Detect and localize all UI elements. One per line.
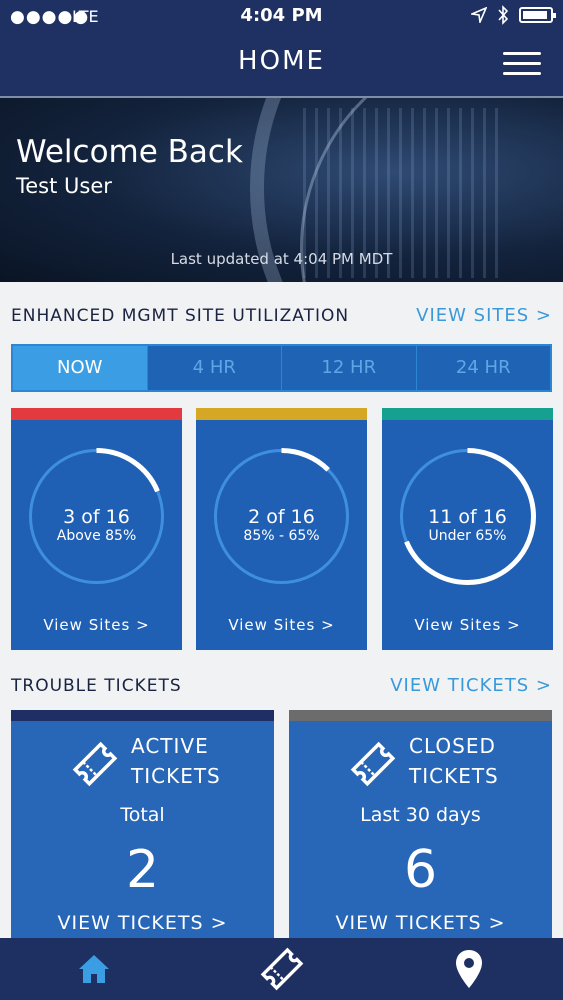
utilization-card-low[interactable]: 11 of 16 Under 65% View Sites > [382,408,553,650]
utilization-card-high[interactable]: 3 of 16 Above 85% View Sites > [11,408,182,650]
view-tickets-card-link[interactable]: VIEW TICKETS > [11,912,274,934]
utilization-range: Under 65% [428,528,507,544]
bottom-nav [0,938,563,1000]
ticket-subtitle: Last 30 days [360,804,481,826]
ticket-icon [350,741,396,787]
utilization-title: ENHANCED MGMT SITE UTILIZATION [11,306,350,326]
view-tickets-card-link[interactable]: VIEW TICKETS > [289,912,552,934]
utilization-header: ENHANCED MGMT SITE UTILIZATION VIEW SITE… [11,305,552,330]
last-updated: Last updated at 4:04 PM MDT [170,250,393,268]
status-icons [471,5,556,25]
menu-icon[interactable] [503,52,541,76]
ticket-label-line2: TICKETS [131,764,221,788]
welcome-heading: Welcome Back [16,134,243,170]
card-color-bar [289,710,552,721]
view-tickets-link[interactable]: VIEW TICKETS > [390,675,552,696]
card-color-bar [382,408,553,420]
ticket-count: 6 [403,840,438,900]
closed-tickets-card[interactable]: CLOSED TICKETS Last 30 days 6 VIEW TICKE… [289,710,552,950]
home-icon [78,955,109,983]
ticket-label-line2: TICKETS [409,764,499,788]
tickets-title: TROUBLE TICKETS [11,676,182,696]
utilization-range: 85% - 65% [243,528,320,544]
time-range-tabs: NOW 4 HR 12 HR 24 HR [11,344,552,392]
utilization-card-medium[interactable]: 2 of 16 85% - 65% View Sites > [196,408,367,650]
site-count: 2 of 16 [248,506,315,528]
tickets-header: TROUBLE TICKETS VIEW TICKETS > [11,675,552,700]
battery-icon [519,7,556,23]
location-pin-icon [456,950,483,988]
view-sites-card-link[interactable]: View Sites > [382,616,553,634]
view-sites-card-link[interactable]: View Sites > [11,616,182,634]
ticket-label-line1: ACTIVE [131,734,209,758]
card-color-bar [11,710,274,721]
nav-home[interactable] [0,938,188,1000]
tab-12hr[interactable]: 12 HR [281,346,416,390]
utilization-range: Above 85% [56,528,137,544]
nav-locations[interactable] [375,938,563,1000]
card-color-bar [11,408,182,420]
user-name: Test User [16,174,112,198]
ticket-count: 2 [125,840,160,900]
welcome-banner: Welcome Back Test User Last updated at 4… [0,96,563,282]
card-color-bar [196,408,367,420]
site-count: 3 of 16 [63,506,130,528]
view-sites-link[interactable]: VIEW SITES > [416,305,552,326]
ticket-icon [72,741,118,787]
active-tickets-card[interactable]: ACTIVE TICKETS Total 2 VIEW TICKETS > [11,710,274,950]
page-title: HOME [238,46,325,76]
status-bar: ●●●●● LTE 4:04 PM [0,0,563,32]
view-sites-card-link[interactable]: View Sites > [196,616,367,634]
location-arrow-icon [471,7,487,23]
ticket-icon [260,947,303,991]
bluetooth-icon [498,5,509,25]
site-count: 11 of 16 [428,506,507,528]
tab-24hr[interactable]: 24 HR [415,346,551,390]
ticket-subtitle: Total [120,804,165,826]
tab-4hr[interactable]: 4 HR [146,346,282,390]
ticket-label-line1: CLOSED [409,734,496,758]
nav-tickets[interactable] [188,938,376,1000]
top-bar: ●●●●● LTE 4:04 PM HOME [0,0,563,96]
tab-now[interactable]: NOW [13,346,147,390]
